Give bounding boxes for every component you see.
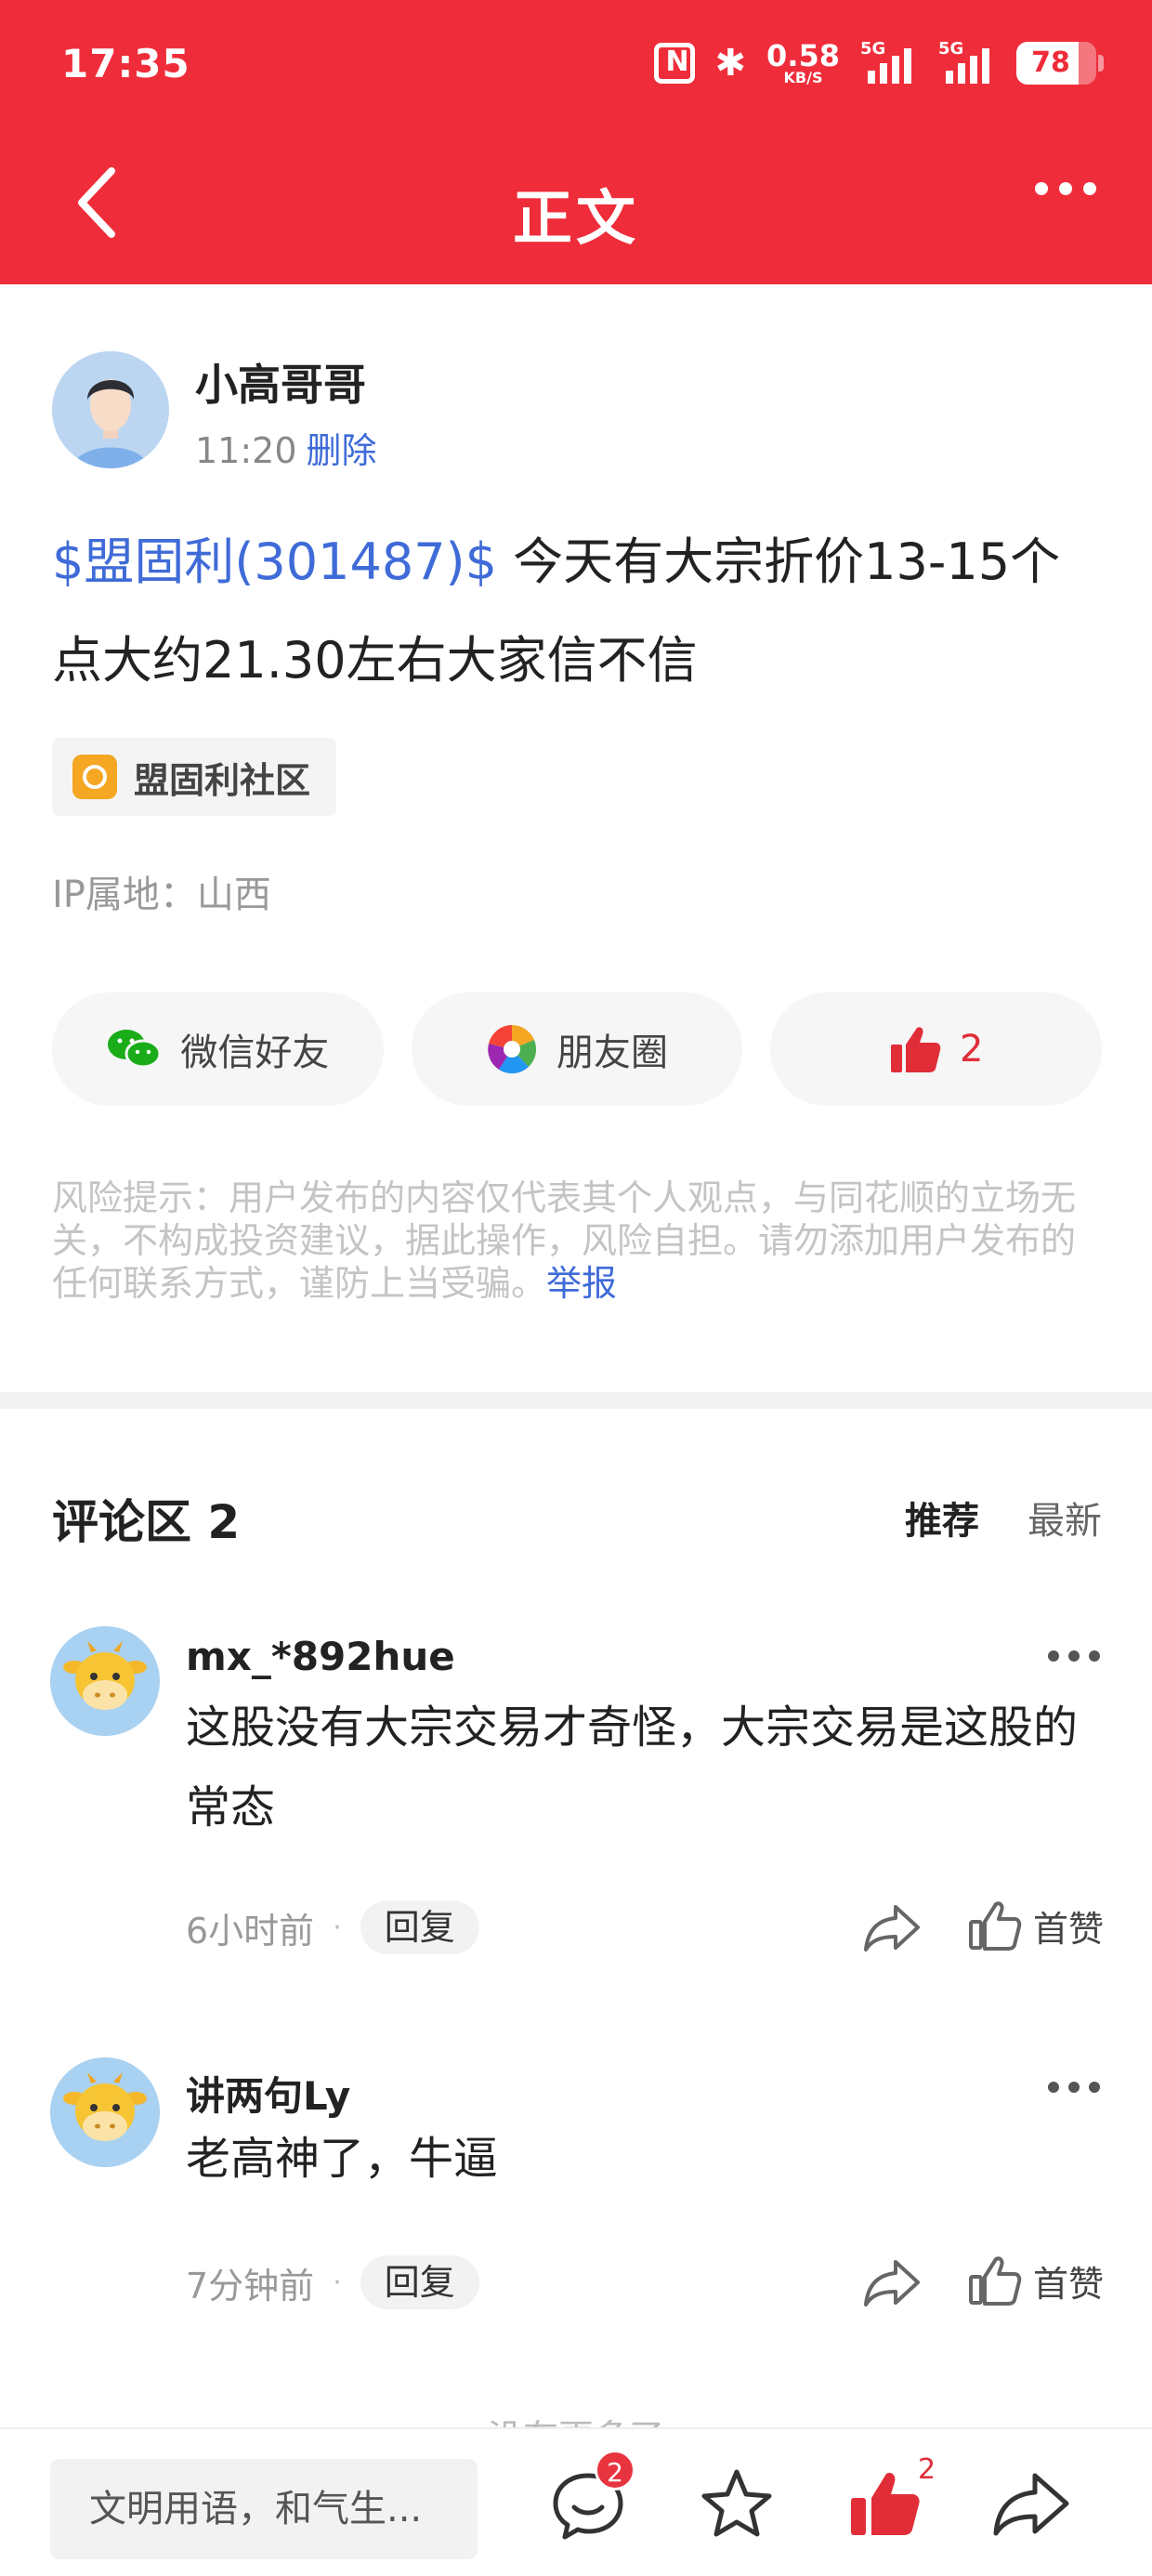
share-arrow-icon bbox=[864, 1905, 920, 1952]
first-like-label: 首赞 bbox=[1032, 2263, 1104, 2305]
reply-button[interactable]: 回复 bbox=[360, 2255, 479, 2309]
delete-link[interactable]: 删除 bbox=[307, 430, 377, 471]
bluetooth-icon: ✱ bbox=[714, 42, 747, 85]
network-speed: 0.58 KB/S bbox=[766, 38, 840, 86]
share-button[interactable] bbox=[862, 1901, 922, 1957]
post-meta: 11:20 删除 bbox=[195, 422, 377, 473]
separator-dot: · bbox=[333, 2266, 342, 2299]
bottom-action-bar: 文明用语，和气生... 2 2 bbox=[0, 2427, 1152, 2576]
status-icons: ✱ 0.58 KB/S 5G 5G 78 bbox=[653, 38, 1104, 87]
avatar[interactable] bbox=[50, 2057, 160, 2167]
risk-notice: 风险提示：用户发布的内容仅代表其个人观点，与同花顺的立场无关，不构成投资建议，据… bbox=[52, 1176, 1102, 1305]
author-name[interactable]: 小高哥哥 bbox=[195, 351, 366, 413]
thumbs-up-icon bbox=[968, 2256, 1022, 2306]
comment-footer: 6小时前 · 回复 首赞 bbox=[186, 1899, 1104, 1955]
battery-icon: 78 bbox=[1016, 42, 1104, 85]
avatar[interactable] bbox=[50, 1626, 160, 1736]
report-link[interactable]: 举报 bbox=[546, 1263, 617, 1304]
favorite-button[interactable] bbox=[695, 2463, 779, 2546]
reply-button[interactable]: 回复 bbox=[360, 1900, 479, 1954]
thumbs-up-icon bbox=[968, 1901, 1022, 1951]
ip-location: IP属地：山西 bbox=[52, 874, 271, 916]
like-button[interactable]: 2 bbox=[842, 2453, 936, 2546]
comment-count-badge: 2 bbox=[595, 2450, 635, 2491]
tab-latest[interactable]: 最新 bbox=[1028, 1491, 1102, 1544]
like-count: 2 bbox=[959, 1028, 984, 1071]
share-button[interactable] bbox=[862, 2256, 922, 2312]
first-like-label: 首赞 bbox=[1032, 1908, 1104, 1950]
top-app-bar: 17:35 ✱ 0.58 KB/S 5G 5G 78 正文 bbox=[0, 0, 1152, 284]
avatar[interactable] bbox=[52, 351, 169, 468]
comments-title: 评论区 2 bbox=[52, 1495, 241, 1549]
more-horizontal-icon bbox=[1035, 182, 1048, 195]
comment-footer: 7分钟前 · 回复 首赞 bbox=[186, 2254, 1104, 2310]
status-time: 17:35 bbox=[61, 41, 190, 86]
separator-dot: · bbox=[333, 1911, 342, 1944]
signal-icon: 5G bbox=[938, 39, 996, 84]
comment-username[interactable]: 讲两句Ly bbox=[186, 2065, 350, 2122]
like-count: 2 bbox=[918, 2453, 936, 2486]
nfc-icon bbox=[653, 43, 695, 84]
comment-time: 6小时前 bbox=[186, 1910, 315, 1952]
more-horizontal-icon bbox=[1048, 1650, 1059, 1662]
share-moments-button[interactable]: 朋友圈 bbox=[411, 992, 743, 1106]
comment-username[interactable]: mx_*892hue bbox=[186, 1634, 455, 1679]
stock-tag-link[interactable]: $盟固利(301487)$ bbox=[52, 532, 497, 591]
more-horizontal-icon bbox=[1048, 2082, 1059, 2093]
post-author: 小高哥哥 11:20 删除 bbox=[52, 351, 377, 471]
comment-text: 老高神了，牛逼 bbox=[186, 2133, 499, 2185]
community-logo-icon bbox=[72, 755, 117, 799]
section-divider bbox=[0, 1392, 1152, 1409]
thumbs-up-icon bbox=[890, 1027, 941, 1072]
cow-avatar-icon bbox=[50, 1626, 160, 1736]
comment-text: 这股没有大宗交易才奇怪，大宗交易是这股的常态 bbox=[186, 1702, 1079, 1833]
signal-icon: 5G bbox=[860, 39, 918, 84]
star-icon bbox=[701, 2469, 772, 2537]
moments-icon bbox=[488, 1025, 537, 1074]
post-content: $盟固利(301487)$ 今天有大宗折价13-15个点大约21.30左右大家信… bbox=[52, 513, 1102, 710]
share-moments-label: 朋友圈 bbox=[556, 1032, 668, 1074]
comment-more-button[interactable] bbox=[1048, 1650, 1100, 1662]
share-wechat-label: 微信好友 bbox=[180, 1032, 330, 1074]
wechat-icon bbox=[108, 1030, 162, 1069]
community-tag[interactable]: 盟固利社区 bbox=[52, 738, 337, 816]
user-avatar-icon bbox=[52, 351, 169, 468]
share-arrow-icon bbox=[993, 2473, 1069, 2536]
comment-time: 7分钟前 bbox=[186, 2265, 315, 2307]
comment-item: 讲两句Ly 老高神了，牛逼 7分钟前 · 回复 首赞 bbox=[50, 2057, 1104, 2336]
comment-item: mx_*892hue 这股没有大宗交易才奇怪，大宗交易是这股的常态 6小时前 ·… bbox=[50, 1626, 1104, 1979]
post-time: 11:20 bbox=[195, 430, 297, 471]
share-button[interactable] bbox=[988, 2463, 1072, 2546]
comment-sort-tabs: 推荐 最新 bbox=[905, 1491, 1102, 1544]
comment-input[interactable]: 文明用语，和气生... bbox=[50, 2459, 478, 2559]
like-button[interactable]: 首赞 bbox=[968, 2254, 1104, 2307]
like-button[interactable]: 2 bbox=[770, 992, 1103, 1106]
comment-more-button[interactable] bbox=[1048, 2082, 1100, 2093]
share-row: 微信好友 朋友圈 2 bbox=[52, 992, 1103, 1106]
more-button[interactable] bbox=[1035, 182, 1115, 195]
thumbs-up-icon bbox=[851, 2473, 920, 2535]
tab-recommended[interactable]: 推荐 bbox=[905, 1491, 979, 1544]
page-title: 正文 bbox=[513, 185, 639, 254]
cow-avatar-icon bbox=[50, 2057, 160, 2167]
community-label: 盟固利社区 bbox=[134, 759, 311, 801]
like-button[interactable]: 首赞 bbox=[968, 1899, 1104, 1952]
share-wechat-button[interactable]: 微信好友 bbox=[52, 992, 384, 1106]
comments-button[interactable]: 2 bbox=[546, 2450, 635, 2546]
share-arrow-icon bbox=[864, 2260, 920, 2307]
